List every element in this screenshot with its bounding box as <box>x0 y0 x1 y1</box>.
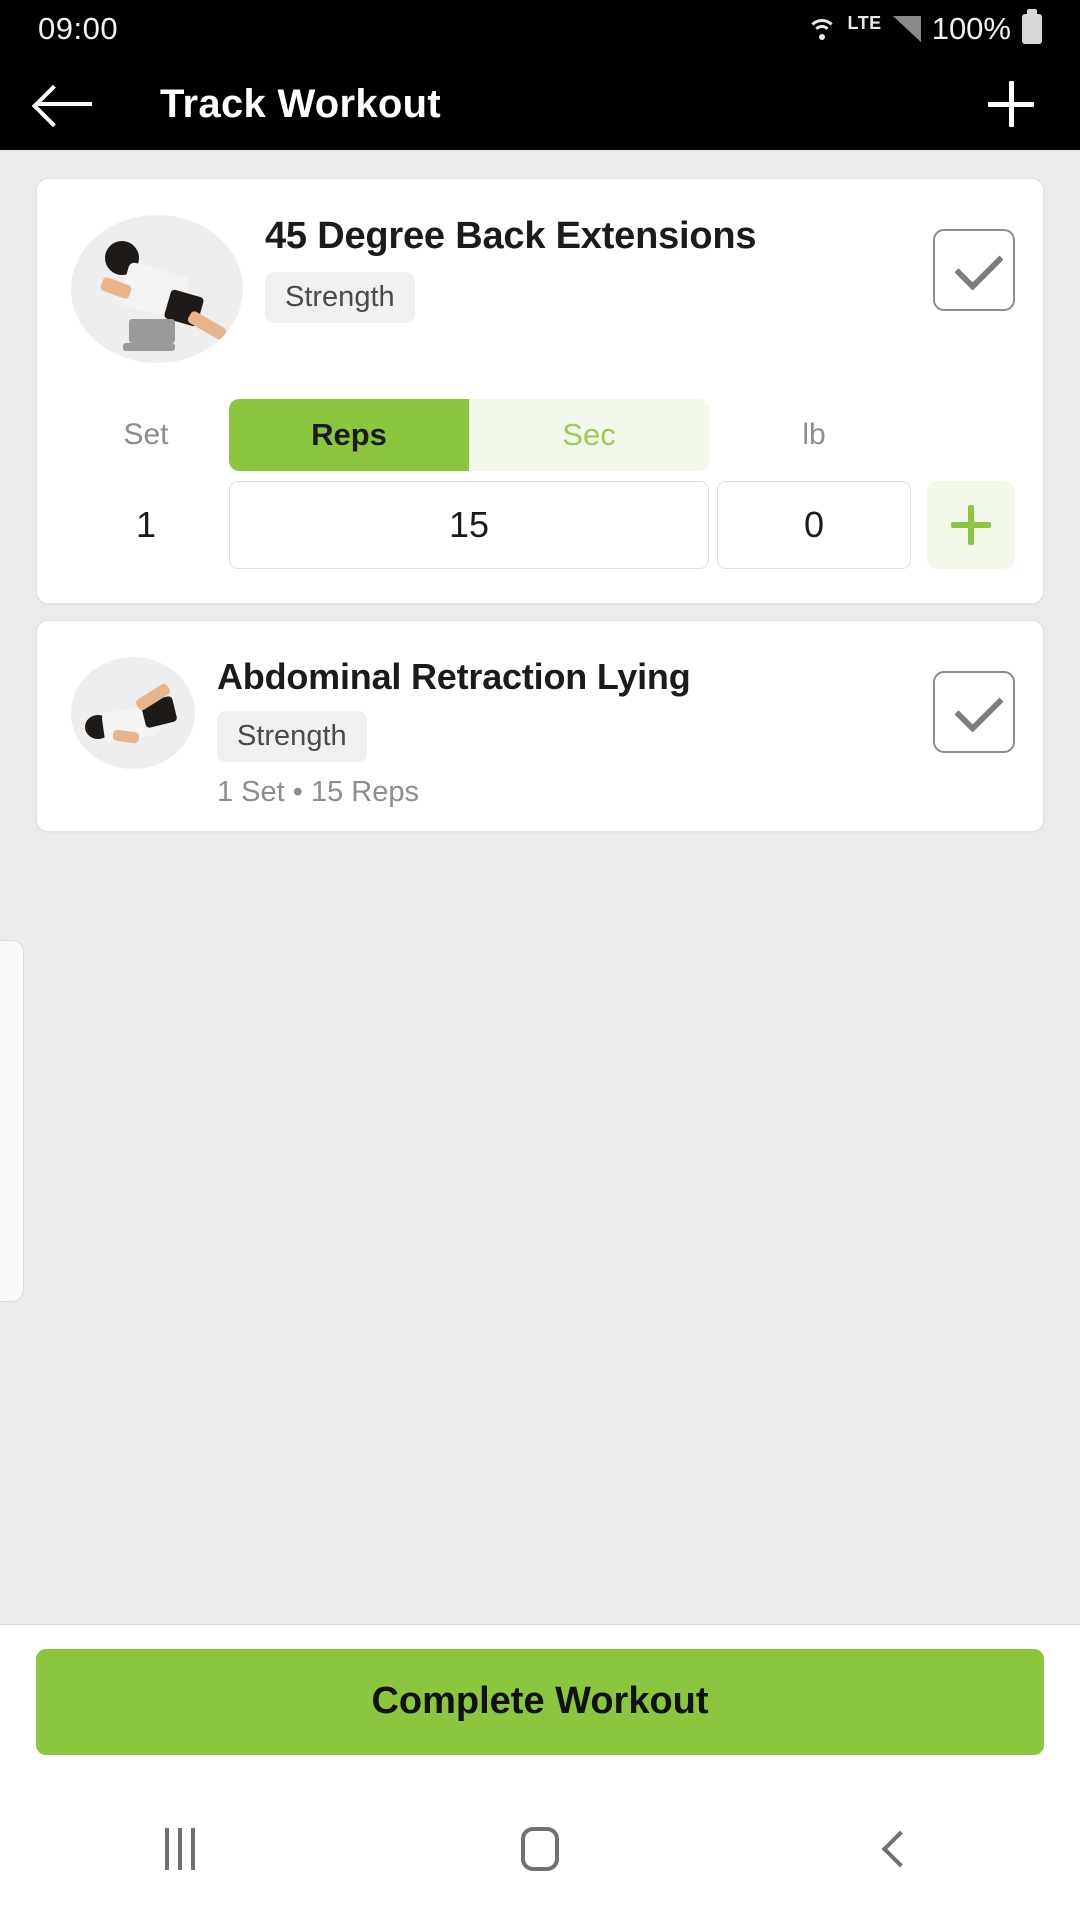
exercise-info: 45 Degree Back Extensions Strength <box>243 211 919 323</box>
exercise-list: 45 Degree Back Extensions Strength Set R… <box>0 150 1080 1624</box>
column-header-weight-unit: lb <box>802 418 826 451</box>
battery-percent-label: 100% <box>931 11 1011 46</box>
status-bar: 09:00 LTE 100% <box>0 0 1080 58</box>
toggle-option-sec[interactable]: Sec <box>469 399 709 471</box>
complete-workout-button[interactable]: Complete Workout <box>36 1648 1044 1755</box>
battery-icon <box>1022 9 1042 44</box>
set-table-header: Set Reps Sec lb <box>37 385 1043 481</box>
exercise-name: Abdominal Retraction Lying <box>217 656 691 697</box>
set-row: 1 15 0 <box>37 481 1043 603</box>
offscreen-card-edge <box>0 940 24 1302</box>
status-bar-indicators: LTE 100% <box>806 9 1042 47</box>
exercise-summary: 1 Set • 15 Reps <box>217 776 419 809</box>
exercise-complete-checkbox[interactable] <box>933 229 1015 311</box>
back-arrow-icon[interactable] <box>36 81 98 127</box>
exercise-card-header: Abdominal Retraction Lying Strength 1 Se… <box>37 621 1043 831</box>
network-type-label: LTE <box>847 13 882 33</box>
page-title: Track Workout <box>160 81 442 126</box>
back-icon[interactable] <box>840 1809 960 1889</box>
exercise-thumbnail <box>71 215 243 363</box>
exercise-name: 45 Degree Back Extensions <box>265 215 757 257</box>
wifi-icon <box>806 17 837 41</box>
add-exercise-button[interactable] <box>988 81 1034 127</box>
reps-sec-toggle[interactable]: Reps Sec <box>229 399 709 471</box>
reps-input[interactable]: 15 <box>229 481 709 569</box>
column-header-set: Set <box>123 418 169 451</box>
footer-bar: Complete Workout <box>0 1624 1080 1778</box>
toggle-option-reps[interactable]: Reps <box>229 399 469 471</box>
weight-input[interactable]: 0 <box>717 481 911 569</box>
android-nav-bar <box>0 1778 1080 1920</box>
exercise-category-badge: Strength <box>217 711 367 763</box>
recents-icon[interactable] <box>120 1809 240 1889</box>
exercise-card-header: 45 Degree Back Extensions Strength <box>37 179 1043 385</box>
exercise-card-collapsed[interactable]: Abdominal Retraction Lying Strength 1 Se… <box>36 620 1044 833</box>
phone-screen: 09:00 LTE 100% Track Workout 45 Degree B… <box>0 0 1080 1920</box>
signal-icon <box>892 16 921 42</box>
reps-sec-toggle-wrap: Reps Sec <box>229 399 709 471</box>
exercise-category-badge: Strength <box>265 271 415 323</box>
exercise-card-expanded[interactable]: 45 Degree Back Extensions Strength Set R… <box>36 178 1044 604</box>
app-bar: Track Workout <box>0 58 1080 150</box>
status-bar-clock: 09:00 <box>38 11 119 46</box>
exercise-complete-checkbox[interactable] <box>933 671 1015 753</box>
exercise-info: Abdominal Retraction Lying Strength 1 Se… <box>195 653 919 809</box>
exercise-thumbnail <box>71 657 195 769</box>
add-set-button[interactable] <box>927 481 1015 569</box>
home-icon[interactable] <box>480 1809 600 1889</box>
set-index: 1 <box>135 504 157 545</box>
